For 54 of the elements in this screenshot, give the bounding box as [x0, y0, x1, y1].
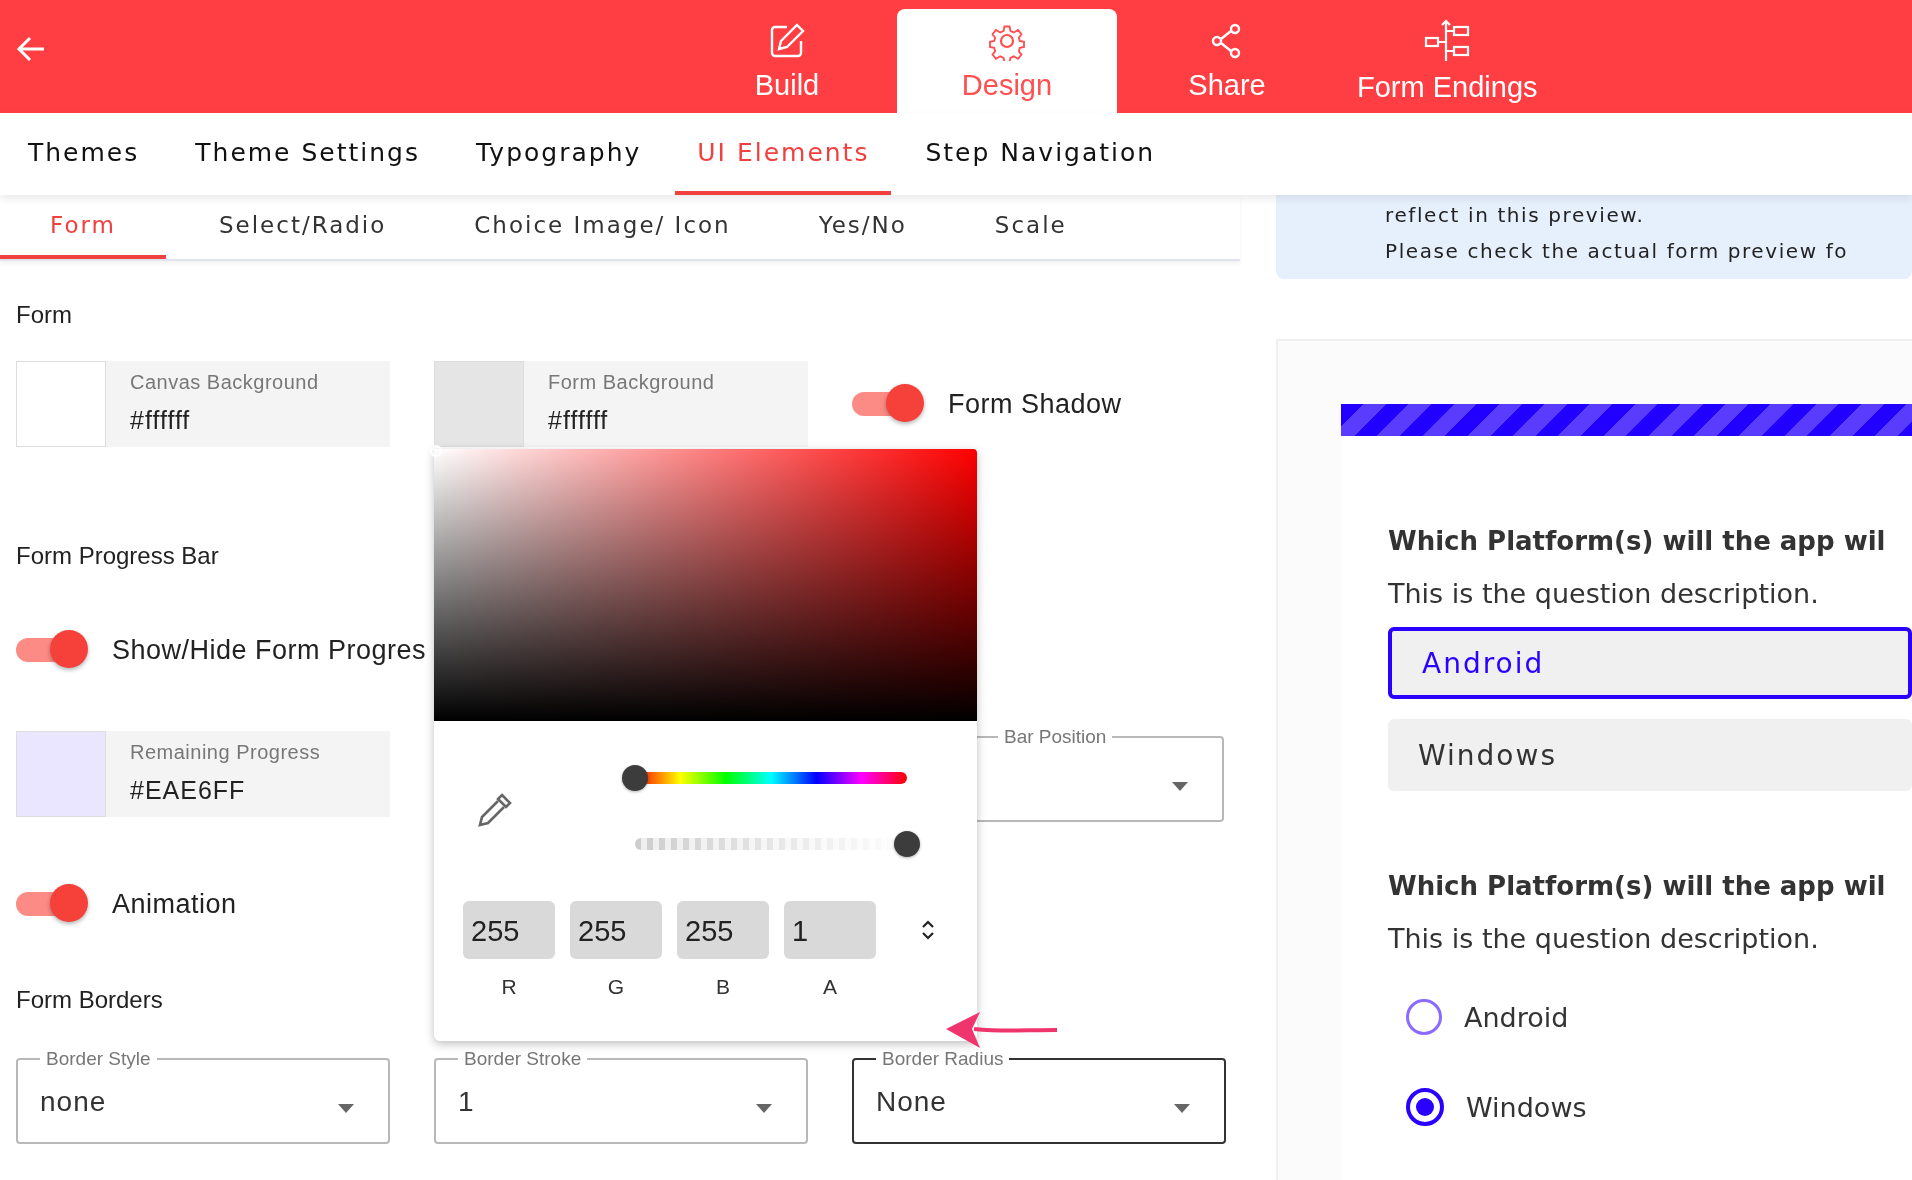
- radio-button[interactable]: [1406, 1088, 1444, 1126]
- toggle-label: Animation: [112, 888, 237, 920]
- element-tab[interactable]: Choice Image/ Icon: [439, 195, 766, 259]
- top-tab[interactable]: Share: [1117, 9, 1337, 113]
- channel-input[interactable]: 255: [677, 901, 769, 959]
- settings-tab[interactable]: Themes: [6, 113, 162, 195]
- info-text: Please check the actual form preview fo: [1385, 238, 1850, 265]
- question-description: This is the question description.: [1388, 578, 1820, 609]
- back-arrow-icon[interactable]: [16, 36, 46, 62]
- settings-tab[interactable]: Step Navigation: [903, 113, 1178, 195]
- element-tab[interactable]: Form: [0, 195, 166, 259]
- slider-thumb[interactable]: [622, 765, 648, 791]
- choice-option[interactable]: Android: [1388, 627, 1912, 699]
- section-heading: Form: [16, 301, 72, 330]
- settings-tab[interactable]: Typography: [454, 113, 664, 195]
- color-field[interactable]: Remaining Progress #EAE6FF: [16, 731, 390, 817]
- question-title: Which Platform(s) will the app wil: [1388, 526, 1887, 556]
- channel-input[interactable]: 255: [463, 901, 555, 959]
- toggle-label: Show/Hide Form Progres: [112, 634, 427, 666]
- choice-option[interactable]: Windows: [1388, 719, 1912, 791]
- caret-icon: [338, 1104, 354, 1113]
- channel-label: R: [501, 975, 517, 999]
- settings-tab[interactable]: Theme Settings: [173, 113, 442, 195]
- settings-tab[interactable]: UI Elements: [675, 113, 892, 195]
- color-field[interactable]: Canvas Background #ffffff: [16, 361, 390, 447]
- section-heading: Form Progress Bar: [16, 542, 219, 571]
- question-description: This is the question description.: [1388, 923, 1820, 954]
- channel-input[interactable]: 255: [570, 901, 662, 959]
- caret-icon: [756, 1104, 772, 1113]
- top-tab[interactable]: Form Endings: [1337, 9, 1558, 113]
- channel-label: G: [607, 975, 625, 999]
- toggle-label: Form Shadow: [948, 388, 1122, 420]
- element-tab[interactable]: Scale: [959, 195, 1102, 259]
- toggle-switch[interactable]: [16, 884, 90, 924]
- toggle-switch[interactable]: [16, 630, 90, 670]
- channel-label: A: [823, 975, 837, 999]
- channel-input[interactable]: 1: [784, 901, 876, 959]
- slider-thumb[interactable]: [894, 831, 920, 857]
- radio-button[interactable]: [1406, 999, 1442, 1035]
- radio-label: Android: [1464, 1001, 1569, 1033]
- question-title: Which Platform(s) will the app wil: [1388, 871, 1887, 901]
- channel-label: B: [716, 975, 730, 999]
- info-text: reflect in this preview.: [1385, 202, 1646, 229]
- element-tab[interactable]: Yes/No: [783, 195, 942, 259]
- section-heading: Form Borders: [16, 986, 163, 1015]
- radio-label: Windows: [1466, 1091, 1587, 1123]
- up-down-arrows-icon[interactable]: [921, 919, 935, 941]
- toggle-switch[interactable]: [852, 384, 926, 424]
- top-tab[interactable]: Build: [677, 9, 897, 113]
- element-tab[interactable]: Select/Radio: [183, 195, 422, 259]
- caret-icon: [1172, 782, 1188, 791]
- flowchart-icon: [1424, 18, 1471, 63]
- color-field[interactable]: Form Background #ffffff: [434, 361, 808, 447]
- caret-icon: [1174, 1104, 1190, 1113]
